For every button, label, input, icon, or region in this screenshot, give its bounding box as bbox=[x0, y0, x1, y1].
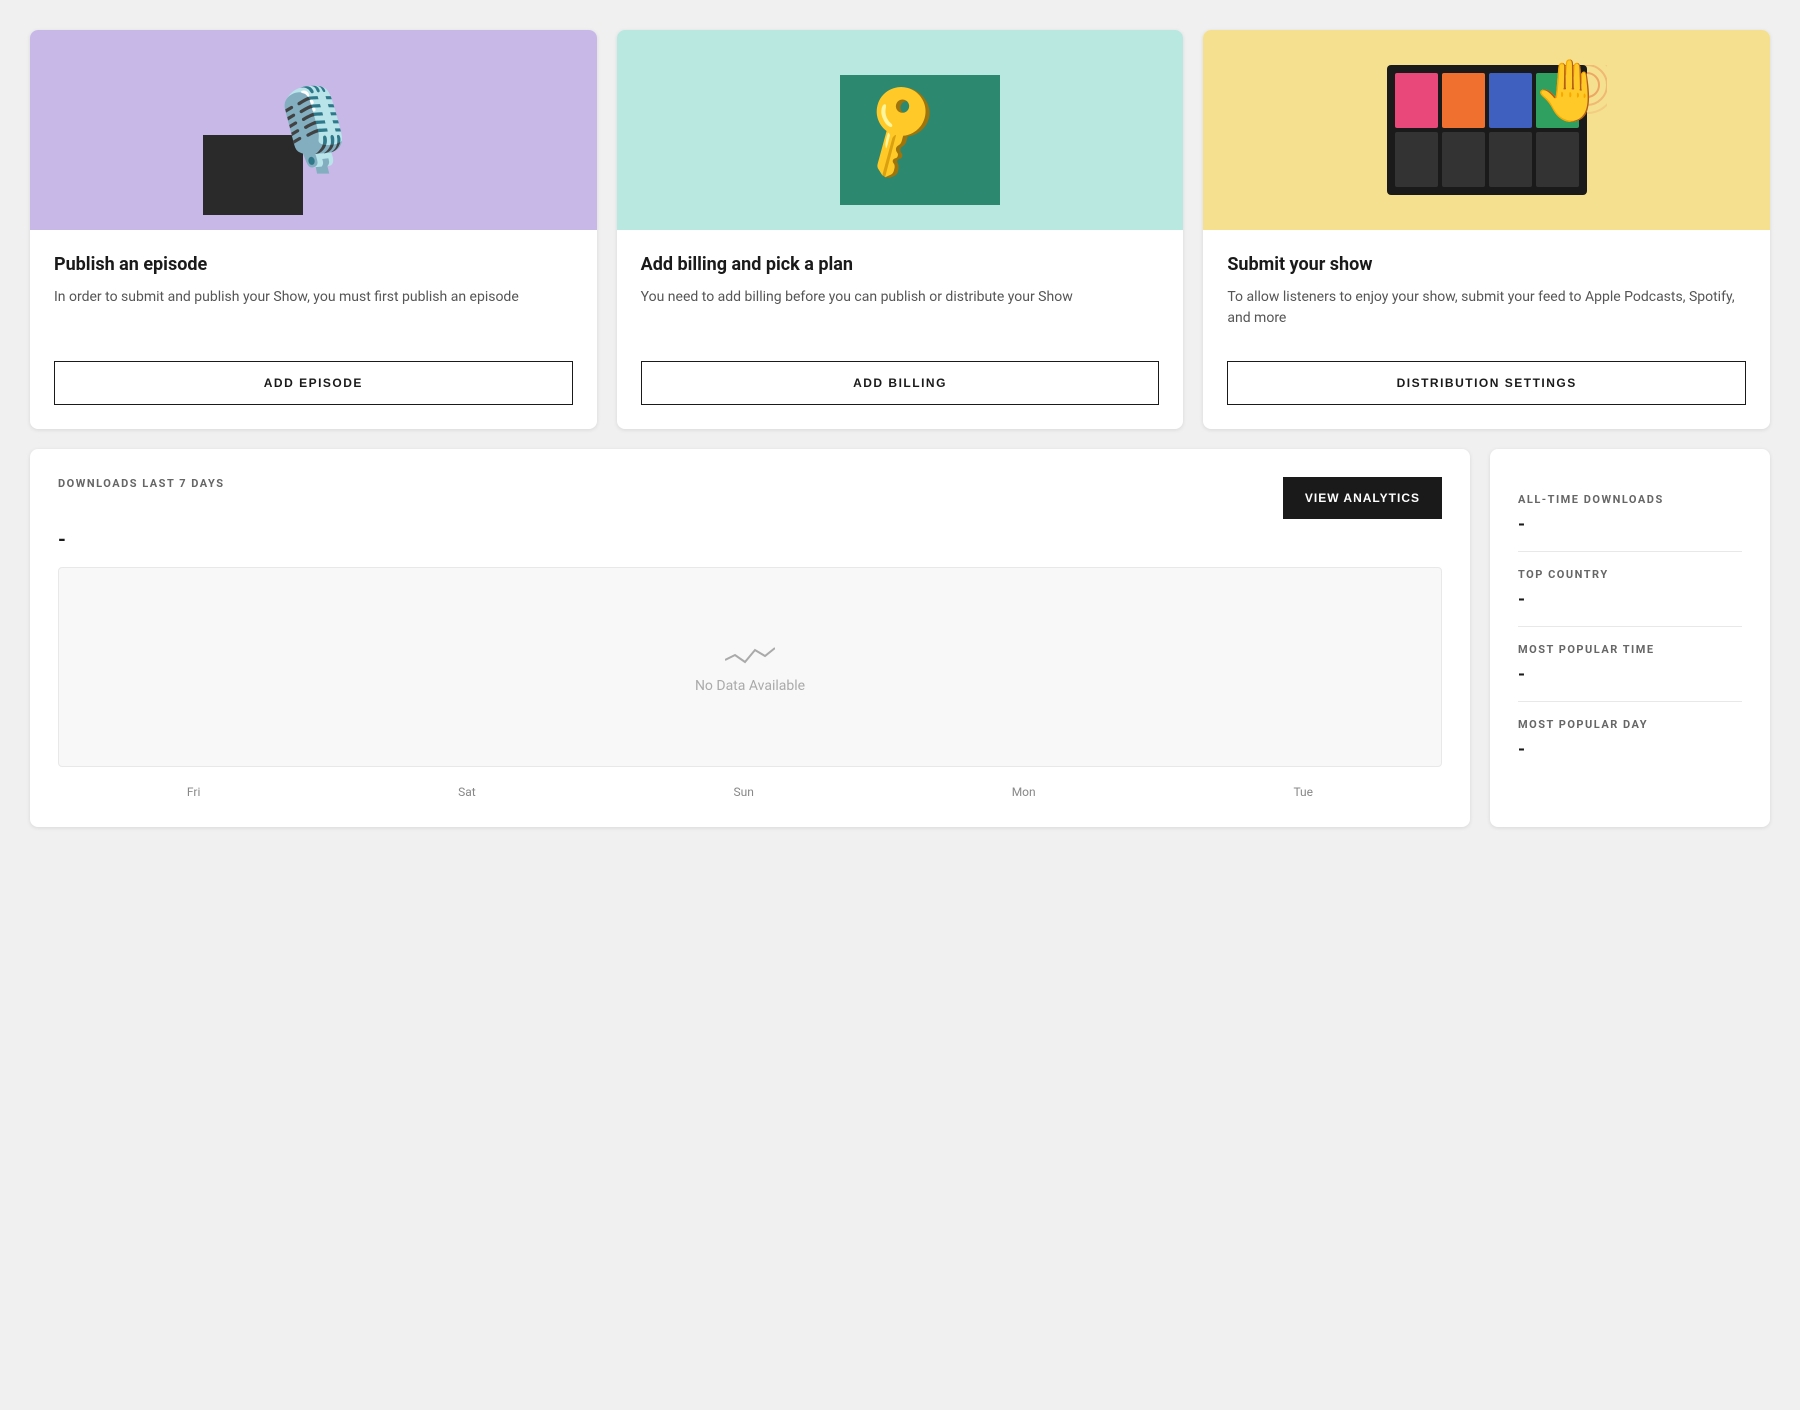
add-billing-button[interactable]: ADD BILLING bbox=[641, 361, 1160, 405]
stats-card: ALL-TIME DOWNLOADS - TOP COUNTRY - MOST … bbox=[1490, 449, 1770, 827]
mic-icon: 🎙️ bbox=[264, 83, 364, 177]
analytics-card: DOWNLOADS LAST 7 DAYS VIEW ANALYTICS - N… bbox=[30, 449, 1470, 827]
view-analytics-button[interactable]: VIEW ANALYTICS bbox=[1283, 477, 1442, 519]
most-popular-time-stat: MOST POPULAR TIME - bbox=[1518, 627, 1742, 702]
most-popular-day-stat: MOST POPULAR DAY - bbox=[1518, 702, 1742, 776]
x-label-mon: Mon bbox=[1012, 785, 1036, 799]
analytics-header: DOWNLOADS LAST 7 DAYS VIEW ANALYTICS bbox=[58, 477, 1442, 519]
submit-card-desc: To allow listeners to enjoy your show, s… bbox=[1227, 287, 1746, 329]
billing-card: 🔑 Add billing and pick a plan You need t… bbox=[617, 30, 1184, 429]
pad-illustration: 🤚 bbox=[1347, 45, 1627, 215]
chart-area: No Data Available bbox=[58, 567, 1442, 767]
downloads-label: DOWNLOADS LAST 7 DAYS bbox=[58, 477, 224, 490]
pad-btn-2 bbox=[1442, 73, 1485, 128]
submit-card-title: Submit your show bbox=[1227, 254, 1746, 275]
no-data-chart-icon bbox=[725, 640, 775, 670]
submit-card-image: 🤚 bbox=[1203, 30, 1770, 230]
x-label-fri: Fri bbox=[187, 785, 200, 799]
top-country-value: - bbox=[1518, 589, 1742, 610]
publish-card-image: 🎙️ bbox=[30, 30, 597, 230]
publish-card-body: Publish an episode In order to submit an… bbox=[30, 230, 597, 345]
cards-section: 🎙️ Publish an episode In order to submit… bbox=[30, 30, 1770, 429]
billing-card-footer: ADD BILLING bbox=[617, 345, 1184, 429]
microphone-illustration: 🎙️ bbox=[173, 45, 453, 215]
pad-btn-3 bbox=[1489, 73, 1532, 128]
all-time-value: - bbox=[1518, 514, 1742, 535]
key-illustration: 🔑 bbox=[760, 45, 1040, 215]
distribution-settings-button[interactable]: DISTRIBUTION SETTINGS bbox=[1227, 361, 1746, 405]
pad-btn-1 bbox=[1395, 73, 1438, 128]
publish-card-title: Publish an episode bbox=[54, 254, 573, 275]
top-country-stat: TOP COUNTRY - bbox=[1518, 552, 1742, 627]
most-popular-day-value: - bbox=[1518, 739, 1742, 760]
most-popular-time-label: MOST POPULAR TIME bbox=[1518, 643, 1742, 656]
most-popular-day-label: MOST POPULAR DAY bbox=[1518, 718, 1742, 731]
pad-btn-6 bbox=[1442, 132, 1485, 187]
no-data-text: No Data Available bbox=[695, 678, 805, 694]
x-label-sun: Sun bbox=[734, 785, 754, 799]
billing-card-desc: You need to add billing before you can p… bbox=[641, 287, 1160, 329]
chart-x-axis: Fri Sat Sun Mon Tue bbox=[58, 775, 1442, 799]
publish-card-footer: ADD EPISODE bbox=[30, 345, 597, 429]
publish-episode-card: 🎙️ Publish an episode In order to submit… bbox=[30, 30, 597, 429]
all-time-label: ALL-TIME DOWNLOADS bbox=[1518, 493, 1742, 506]
top-country-label: TOP COUNTRY bbox=[1518, 568, 1742, 581]
x-label-tue: Tue bbox=[1293, 785, 1313, 799]
all-time-downloads-stat: ALL-TIME DOWNLOADS - bbox=[1518, 477, 1742, 552]
x-label-sat: Sat bbox=[458, 785, 476, 799]
billing-card-image: 🔑 bbox=[617, 30, 1184, 230]
most-popular-time-value: - bbox=[1518, 664, 1742, 685]
submit-show-card: 🤚 Submit your show To allow listeners to… bbox=[1203, 30, 1770, 429]
bottom-section: DOWNLOADS LAST 7 DAYS VIEW ANALYTICS - N… bbox=[30, 449, 1770, 827]
pad-btn-7 bbox=[1489, 132, 1532, 187]
submit-card-footer: DISTRIBUTION SETTINGS bbox=[1203, 345, 1770, 429]
hand-icon: 🤚 bbox=[1532, 55, 1607, 126]
pad-btn-8 bbox=[1536, 132, 1579, 187]
submit-card-body: Submit your show To allow listeners to e… bbox=[1203, 230, 1770, 345]
billing-card-title: Add billing and pick a plan bbox=[641, 254, 1160, 275]
downloads-value: - bbox=[58, 527, 1442, 551]
publish-card-desc: In order to submit and publish your Show… bbox=[54, 287, 573, 329]
add-episode-button[interactable]: ADD EPISODE bbox=[54, 361, 573, 405]
pad-btn-5 bbox=[1395, 132, 1438, 187]
billing-card-body: Add billing and pick a plan You need to … bbox=[617, 230, 1184, 345]
